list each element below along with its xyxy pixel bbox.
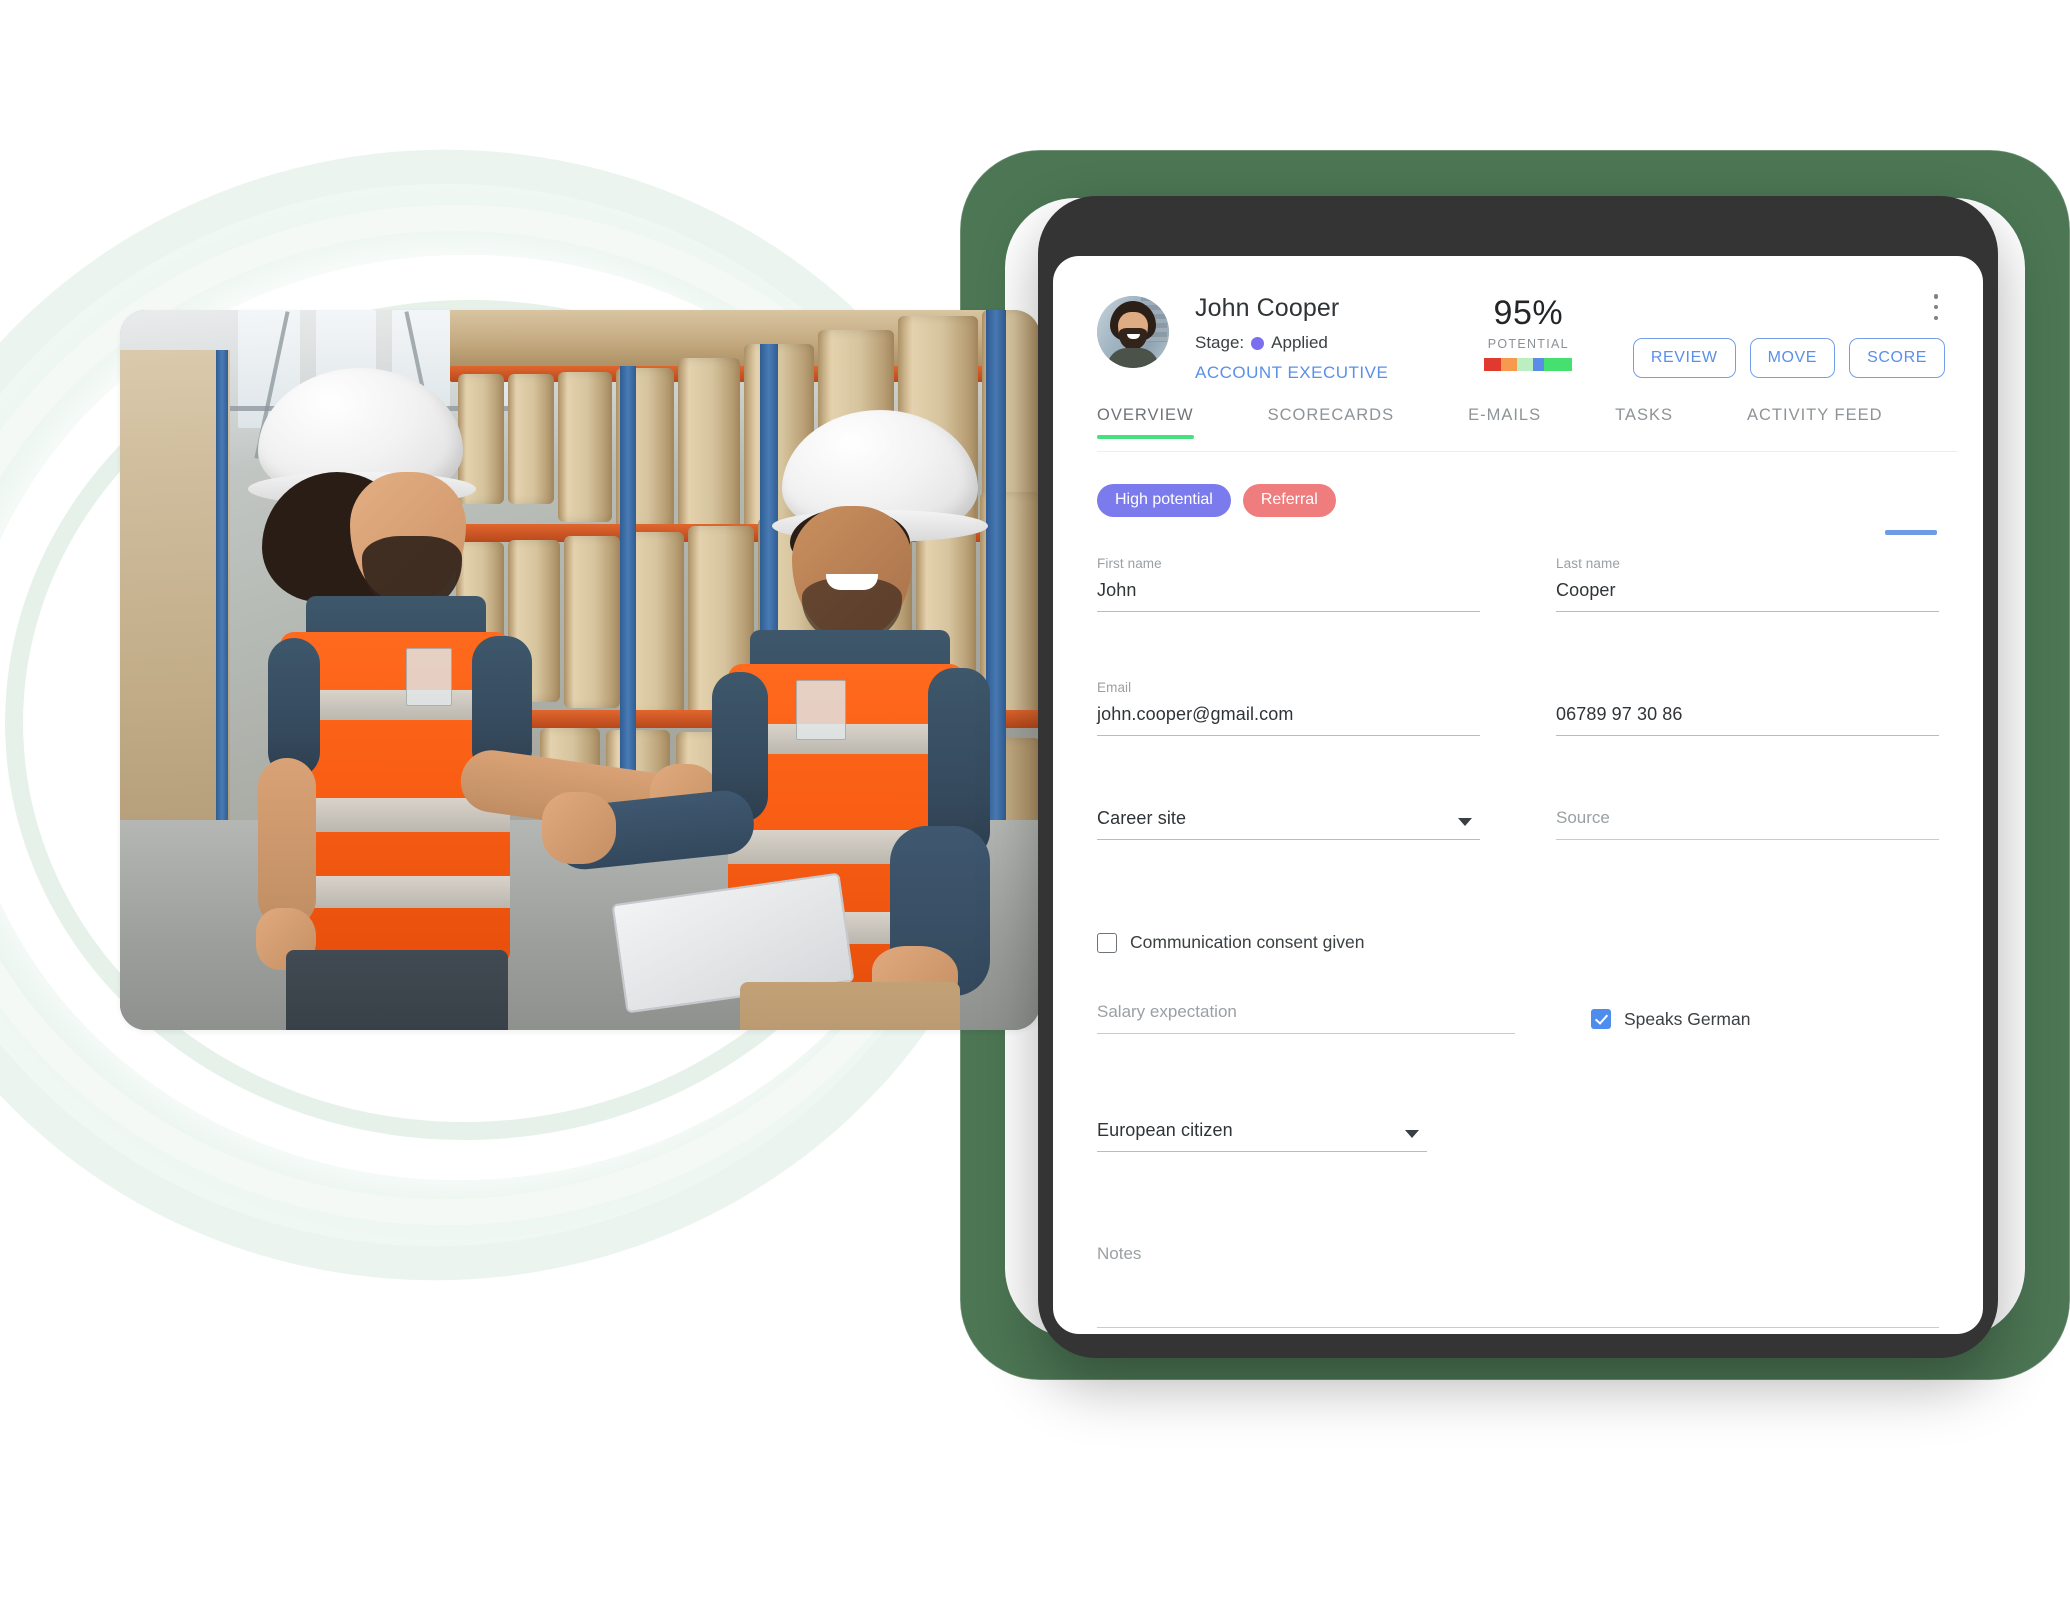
tab-tasks[interactable]: TASKS bbox=[1615, 406, 1673, 437]
tab-emails[interactable]: E-MAILS bbox=[1468, 406, 1541, 437]
warehouse-handshake-photo bbox=[120, 310, 1040, 1030]
potential-score: 95% POTENTIAL bbox=[1484, 292, 1573, 371]
salary-expectation-field[interactable]: Salary expectation bbox=[1097, 1002, 1515, 1035]
checkbox-icon[interactable] bbox=[1097, 932, 1117, 953]
citizenship-select-value: European citizen bbox=[1097, 1120, 1233, 1140]
last-name-value: Cooper bbox=[1556, 580, 1616, 600]
candidate-avatar[interactable] bbox=[1097, 296, 1169, 368]
tag-referral[interactable]: Referral bbox=[1242, 484, 1336, 517]
candidate-header: John Cooper Stage: Applied ACCOUNT EXECU… bbox=[1053, 256, 1983, 394]
potential-score-bar bbox=[1484, 358, 1573, 371]
page-root: John Cooper Stage: Applied ACCOUNT EXECU… bbox=[0, 0, 2070, 1620]
candidate-role-link[interactable]: ACCOUNT EXECUTIVE bbox=[1195, 363, 1388, 383]
communication-consent-label: Communication consent given bbox=[1130, 932, 1365, 952]
chevron-down-icon[interactable] bbox=[1458, 818, 1472, 827]
last-name-field[interactable]: Last name Cooper bbox=[1556, 556, 1939, 613]
checkbox-checked-icon[interactable] bbox=[1591, 1009, 1611, 1030]
source-select-value: Career site bbox=[1097, 808, 1187, 828]
source-select[interactable]: Career site bbox=[1097, 808, 1480, 841]
stage-label: Stage: bbox=[1195, 333, 1245, 352]
email-label: Email bbox=[1097, 680, 1132, 695]
stage-value: Applied bbox=[1271, 333, 1328, 352]
notes-field[interactable]: Notes bbox=[1097, 1244, 1939, 1329]
tag-high-potential[interactable]: High potential bbox=[1097, 484, 1231, 517]
candidate-stage: Stage: Applied bbox=[1195, 333, 1388, 353]
last-name-label: Last name bbox=[1556, 556, 1620, 571]
first-name-label: First name bbox=[1097, 556, 1162, 571]
candidate-tags: High potential Referral bbox=[1097, 484, 1939, 517]
overview-form: High potential Referral First name John … bbox=[1097, 484, 1939, 1334]
salary-expectation-placeholder: Salary expectation bbox=[1097, 1002, 1237, 1021]
notes-placeholder: Notes bbox=[1097, 1244, 1142, 1263]
candidate-name: John Cooper bbox=[1195, 294, 1340, 322]
potential-score-value: 95% bbox=[1493, 294, 1564, 332]
header-actions: REVIEW MOVE SCORE bbox=[1632, 292, 1949, 378]
communication-consent-checkbox[interactable]: Communication consent given bbox=[1097, 932, 1364, 953]
phone-value: 06789 97 30 86 bbox=[1556, 704, 1683, 724]
tab-activity-feed[interactable]: ACTIVITY FEED bbox=[1747, 406, 1883, 437]
email-value: john.cooper@gmail.com bbox=[1097, 704, 1294, 724]
candidate-tabs: OVERVIEW SCORECARDS E-MAILS TASKS ACTIVI… bbox=[1097, 406, 1957, 452]
citizenship-select[interactable]: European citizen bbox=[1097, 1120, 1427, 1153]
speaks-german-checkbox[interactable]: Speaks German bbox=[1591, 1002, 1750, 1034]
email-field[interactable]: Email john.cooper@gmail.com bbox=[1097, 680, 1480, 737]
score-button[interactable]: SCORE bbox=[1849, 338, 1945, 378]
stage-dot-icon bbox=[1251, 336, 1265, 350]
chevron-down-icon[interactable] bbox=[1405, 1130, 1419, 1139]
tab-scorecards[interactable]: SCORECARDS bbox=[1268, 406, 1394, 437]
tab-overview[interactable]: OVERVIEW bbox=[1097, 406, 1194, 439]
phone-field[interactable]: 06789 97 30 86 bbox=[1556, 680, 1939, 737]
first-name-value: John bbox=[1097, 580, 1137, 600]
candidate-identity: John Cooper Stage: Applied ACCOUNT EXECU… bbox=[1195, 292, 1388, 383]
tablet-screen: John Cooper Stage: Applied ACCOUNT EXECU… bbox=[1053, 256, 1983, 1334]
speaks-german-label: Speaks German bbox=[1624, 1008, 1751, 1029]
move-button[interactable]: MOVE bbox=[1749, 338, 1836, 378]
review-button[interactable]: REVIEW bbox=[1632, 338, 1736, 378]
source-input[interactable]: Source bbox=[1556, 808, 1939, 841]
potential-score-caption: POTENTIAL bbox=[1487, 337, 1569, 351]
blue-divider-accent bbox=[1885, 530, 1937, 535]
first-name-field[interactable]: First name John bbox=[1097, 556, 1480, 613]
kebab-menu-icon[interactable] bbox=[1925, 294, 1947, 320]
phone-label bbox=[1556, 680, 1939, 695]
ats-candidate-app: John Cooper Stage: Applied ACCOUNT EXECU… bbox=[1053, 256, 1983, 1334]
source-placeholder: Source bbox=[1556, 808, 1610, 827]
